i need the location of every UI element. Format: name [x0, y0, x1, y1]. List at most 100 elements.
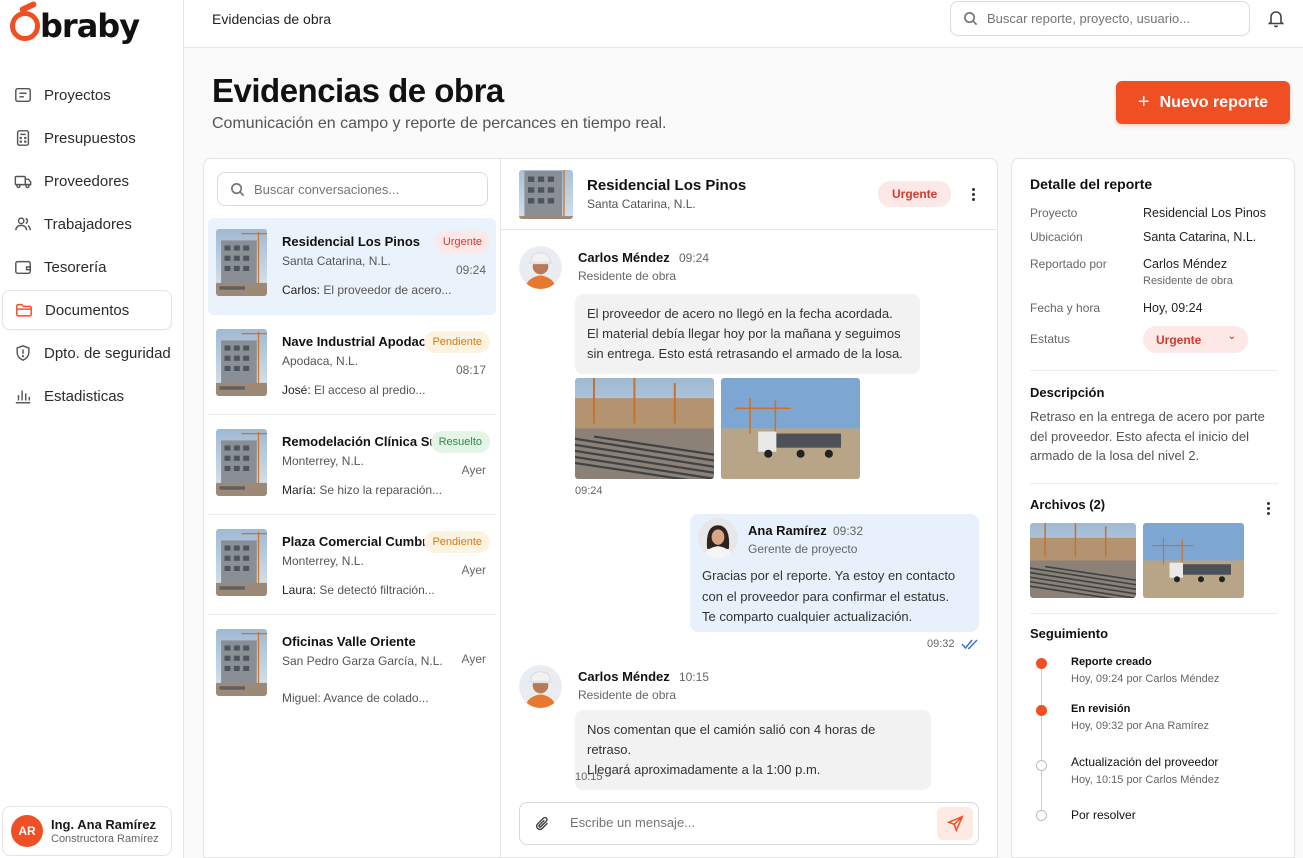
file-thumbnail[interactable] — [1143, 523, 1244, 598]
field-value: Santa Catarina, N.L. — [1143, 230, 1257, 244]
sidebar-item-label: Estadisticas — [44, 387, 125, 405]
conversation-name: Residencial Los Pinos — [282, 234, 420, 249]
sidebar-item-presupuestos[interactable]: Presupuestos — [2, 118, 172, 158]
sidebar-item-tesoreria[interactable]: Tesorería — [2, 247, 172, 287]
conversation-search-input[interactable] — [254, 181, 484, 197]
users-icon — [15, 217, 31, 231]
sidebar-item-label: Trabajadores — [44, 215, 132, 233]
paperclip-icon — [535, 816, 549, 831]
sidebar-item-label: Proveedores — [44, 172, 130, 190]
conversation-time: Ayer — [461, 463, 486, 477]
conversation-item[interactable]: Residencial Los Pinos Santa Catarina, N.… — [208, 218, 496, 315]
message-line: Llegará aproximadamente a la 1:00 p.m. — [587, 762, 821, 777]
bell-icon — [1267, 11, 1285, 28]
sidebar-item-documentos[interactable]: Documentos — [2, 290, 172, 330]
message-author: Ana Ramírez — [748, 523, 827, 538]
new-report-button[interactable]: + Nuevo reporte — [1116, 81, 1290, 124]
read-receipt-icon — [961, 639, 978, 650]
page-title: Evidencias de obra — [212, 72, 504, 109]
sidebar-item-trabajadores[interactable]: Trabajadores — [2, 204, 172, 244]
more-options-icon[interactable] — [964, 185, 982, 203]
status-select[interactable]: Urgente ⌄ — [1143, 326, 1248, 353]
field-label: Ubicación — [1030, 230, 1083, 244]
timeline-subtitle: Hoy, 09:32 por Ana Ramírez — [1071, 720, 1209, 732]
preview-author: Laura: — [282, 583, 317, 597]
preview-author: Miguel: — [282, 691, 321, 705]
message-role: Residente de obra — [578, 269, 677, 283]
preview-text: El acceso al predio... — [314, 383, 426, 397]
message-role: Residente de obra — [578, 688, 677, 702]
attachment-image[interactable] — [721, 378, 860, 479]
plus-icon: + — [1137, 91, 1150, 113]
user-company: Constructora Ramírez — [51, 833, 159, 845]
conversation-item[interactable]: Oficinas Valle Oriente San Pedro Garza G… — [208, 618, 496, 715]
folder-open-icon — [16, 303, 32, 317]
more-options-icon[interactable] — [1259, 499, 1277, 517]
search-icon — [231, 182, 245, 196]
conversation-preview: Miguel: Avance de colado... — [282, 691, 429, 705]
send-icon — [946, 815, 964, 832]
project-thumbnail — [519, 170, 573, 219]
notifications-button[interactable] — [1266, 8, 1288, 30]
message-line: Gracias por el reporte. Ya estoy en cont… — [702, 568, 956, 583]
status-badge: Pendiente — [424, 331, 490, 353]
field-label: Fecha y hora — [1030, 301, 1101, 315]
divider — [1030, 483, 1278, 484]
chat-panel: Residencial Los Pinos Santa Catarina, N.… — [500, 158, 998, 858]
current-user-card[interactable]: AR Ing. Ana Ramírez Constructora Ramírez — [2, 806, 172, 856]
conversation-time: 09:24 — [455, 263, 486, 277]
avatar — [519, 246, 562, 289]
preview-text: Se hizo la reparación... — [319, 483, 443, 497]
preview-author: Carlos: — [282, 283, 321, 297]
send-button[interactable] — [937, 807, 973, 840]
timeline-title: Reporte creado — [1071, 656, 1152, 668]
conversation-item[interactable]: Nave Industrial Apodaca Apodaca, N.L. Pe… — [208, 318, 496, 415]
app-logo[interactable]: braby — [10, 6, 140, 46]
chat-location: Santa Catarina, N.L. — [587, 197, 696, 211]
status-badge: Urgente — [878, 181, 952, 207]
sidebar-item-seguridad[interactable]: Dpto. de seguridad — [2, 333, 172, 373]
field-label: Reportado por — [1030, 257, 1107, 271]
file-thumbnail[interactable] — [1030, 523, 1136, 598]
timeline-title: Actualización del proveedor — [1071, 755, 1219, 769]
sidebar-item-proyectos[interactable]: Proyectos — [2, 75, 172, 115]
avatar — [519, 665, 562, 708]
attachment-image[interactable] — [575, 378, 714, 479]
page-subtitle: Comunicación en campo y reporte de perca… — [212, 115, 667, 132]
message-line: El proveedor de acero no llegó en la fec… — [587, 306, 893, 321]
conversation-location: Apodaca, N.L. — [282, 354, 359, 368]
timeline-dot — [1036, 705, 1047, 716]
field-label: Estatus — [1030, 332, 1071, 346]
conversation-item[interactable]: Remodelación Clínica Sur Monterrey, N.L.… — [208, 418, 496, 515]
conversations-panel: Residencial Los Pinos Santa Catarina, N.… — [203, 158, 501, 858]
wallet-icon — [15, 260, 31, 275]
message-author: Carlos Méndez — [578, 250, 670, 265]
status-badge: Resuelto — [430, 431, 490, 453]
message-input[interactable] — [570, 815, 930, 830]
field-value: Hoy, 09:24 — [1143, 301, 1203, 315]
breadcrumb: Evidencias de obra — [212, 11, 332, 27]
field-value: Residencial Los Pinos — [1143, 206, 1266, 220]
sidebar-item-label: Proyectos — [44, 86, 111, 104]
sidebar-item-estadisticas[interactable]: Estadisticas — [2, 376, 172, 416]
divider — [1030, 370, 1278, 371]
conversation-time: 08:17 — [455, 363, 486, 377]
conversation-location: Monterrey, N.L. — [282, 554, 364, 568]
conversation-name: Oficinas Valle Oriente — [282, 634, 416, 649]
conversation-search[interactable] — [217, 172, 488, 206]
logo-mark-icon — [10, 11, 40, 41]
timeline-dot — [1036, 658, 1047, 669]
attach-button[interactable] — [534, 815, 552, 833]
conversation-item[interactable]: Plaza Comercial Cumbres Monterrey, N.L. … — [208, 518, 496, 615]
global-search[interactable] — [950, 1, 1250, 36]
global-search-input[interactable] — [987, 11, 1217, 26]
message-bubble: Ana Ramírez 09:32 Gerente de proyecto Gr… — [690, 514, 979, 632]
message-author: Carlos Méndez — [578, 669, 670, 684]
conversation-preview: Laura: Se detectó filtración... — [282, 583, 435, 597]
sidebar-nav: Proyectos Presupuestos Proveedores Traba… — [0, 72, 184, 416]
sidebar-item-proveedores[interactable]: Proveedores — [2, 161, 172, 201]
avatar — [698, 518, 738, 558]
message-role: Gerente de proyecto — [748, 542, 858, 556]
description-text: Retraso en la entrega de acero por parte… — [1030, 409, 1265, 463]
conversation-preview: Carlos: El proveedor de acero... — [282, 283, 451, 297]
